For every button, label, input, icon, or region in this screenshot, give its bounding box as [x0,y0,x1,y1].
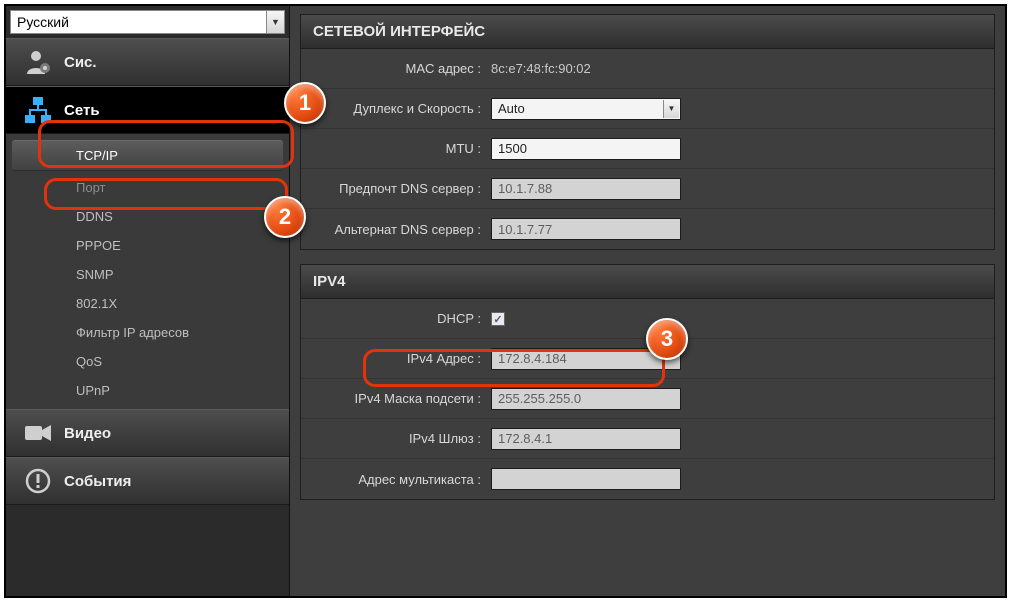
mac-label: MAC адрес : [301,61,491,76]
sidebar: Русский ▼ Сис. Сеть TCP/IP Порт [6,6,290,596]
submenu-ddns[interactable]: DDNS [6,202,289,231]
network-icon [22,96,54,124]
primary-dns-input[interactable]: 10.1.7.88 [491,178,681,200]
panel-network-interface: СЕТЕВОЙ ИНТЕРФЕЙС MAC адрес : 8c:e7:48:f… [300,14,995,250]
multicast-label: Адрес мультикаста : [301,472,491,487]
multicast-input[interactable] [491,468,681,490]
app-frame: Русский ▼ Сис. Сеть TCP/IP Порт [4,4,1007,598]
submenu-ipfilter[interactable]: Фильтр IP адресов [6,318,289,347]
primary-dns-label: Предпочт DNS сервер : [301,181,491,196]
callout-3: 3 [646,318,688,360]
sidebar-item-system[interactable]: Сис. [6,38,289,86]
ipv4-gateway-label: IPv4 Шлюз : [301,431,491,446]
callout-2: 2 [264,196,306,238]
submenu-pppoe[interactable]: PPPOE [6,231,289,260]
submenu-upnp[interactable]: UPnP [6,376,289,405]
language-select[interactable]: Русский ▼ [10,10,285,34]
alt-dns-input[interactable]: 10.1.7.77 [491,218,681,240]
submenu-tcpip[interactable]: TCP/IP [12,140,283,171]
dhcp-label: DHCP : [301,311,491,326]
chevron-down-icon[interactable]: ▼ [266,11,284,33]
dhcp-checkbox[interactable]: ✓ [491,312,505,326]
submenu-qos[interactable]: QoS [6,347,289,376]
submenu-snmp[interactable]: SNMP [6,260,289,289]
panel-title-ipv4: IPV4 [301,265,994,299]
language-value: Русский [11,12,266,32]
ipv4-mask-label: IPv4 Маска подсети : [301,391,491,406]
mac-value: 8c:e7:48:fc:90:02 [491,61,591,76]
sidebar-item-video[interactable]: Видео [6,409,289,457]
sidebar-label-system: Сис. [64,54,97,71]
video-camera-icon [22,423,54,443]
callout-1: 1 [284,82,326,124]
network-submenu: TCP/IP Порт DDNS PPPOE SNMP 802.1X Фильт… [6,134,289,409]
mtu-input[interactable]: 1500 [491,138,681,160]
mtu-label: MTU : [301,141,491,156]
sidebar-item-events[interactable]: События [6,457,289,505]
duplex-label: Дуплекс и Скорость : [301,101,491,116]
sidebar-label-network: Сеть [64,102,100,119]
user-gear-icon [22,48,54,76]
alt-dns-label: Альтернат DNS сервер : [301,222,491,237]
sidebar-label-events: События [64,473,131,490]
alert-icon [22,468,54,494]
duplex-select[interactable]: Auto ▼ [491,98,681,120]
ipv4-gateway-input[interactable]: 172.8.4.1 [491,428,681,450]
ipv4-mask-input[interactable]: 255.255.255.0 [491,388,681,410]
ipv4-addr-label: IPv4 Адрес : [301,351,491,366]
chevron-down-icon: ▼ [663,100,679,118]
panel-ipv4: IPV4 DHCP : ✓ IPv4 Адрес : 172.8.4.184 I… [300,264,995,500]
submenu-8021x[interactable]: 802.1X [6,289,289,318]
sidebar-label-video: Видео [64,425,111,442]
duplex-value: Auto [498,101,525,116]
sidebar-item-network[interactable]: Сеть [6,86,289,134]
main-content: СЕТЕВОЙ ИНТЕРФЕЙС MAC адрес : 8c:e7:48:f… [290,6,1005,596]
submenu-port[interactable]: Порт [6,173,289,202]
panel-title-network: СЕТЕВОЙ ИНТЕРФЕЙС [301,15,994,49]
